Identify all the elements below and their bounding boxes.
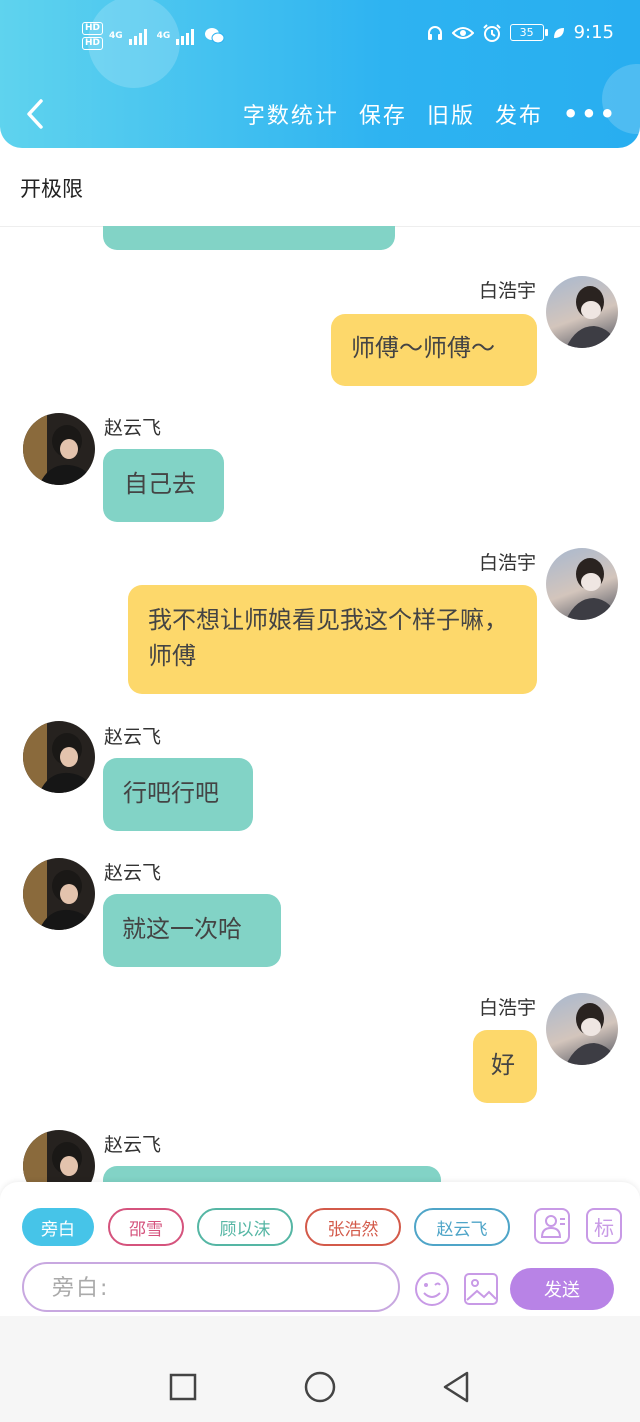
hd-badge: HD <box>82 22 104 35</box>
chat-list[interactable]: 白浩宇 师傅～师傅～ 赵云飞 自己去 白浩宇 我不想让师娘看见我这个样子嘛，师傅… <box>0 226 640 1182</box>
sender-name: 赵云飞 <box>104 1134 162 1156</box>
old-version-button[interactable]: 旧版 <box>427 98 475 130</box>
sender-name: 赵云飞 <box>104 417 162 439</box>
alarm-icon <box>482 23 501 42</box>
triangle-back-icon <box>443 1371 469 1403</box>
avatar-bai-haoyu[interactable] <box>546 276 618 348</box>
square-icon <box>169 1373 197 1401</box>
recent-apps-button[interactable] <box>168 1372 198 1402</box>
avatar-bai-haoyu[interactable] <box>546 548 618 620</box>
network-type: 4G <box>109 31 123 41</box>
message-bubble[interactable] <box>103 1166 441 1182</box>
role-chip-zhang-haoran[interactable]: 张浩然 <box>305 1208 401 1246</box>
sender-name: 白浩宇 <box>478 552 536 574</box>
user-photo-icon <box>23 721 93 793</box>
avatar-zhao-yunfei[interactable] <box>23 858 95 930</box>
avatar-zhao-yunfei[interactable] <box>23 413 95 485</box>
user-icon <box>540 1215 565 1238</box>
signal-indicators: HD HD 4G 4G <box>82 22 226 50</box>
emoji-button[interactable] <box>413 1270 451 1308</box>
role-chip-narration[interactable]: 旁白 <box>22 1208 94 1246</box>
avatar-zhao-yunfei[interactable] <box>23 721 95 793</box>
headphones-icon <box>427 25 442 40</box>
role-chip-gu-yimo[interactable]: 顾以沫 <box>197 1208 293 1246</box>
user-photo-icon <box>23 1130 82 1182</box>
user-photo-icon <box>23 858 93 930</box>
network-type: 4G <box>156 31 171 41</box>
hd-badge: HD <box>82 37 104 50</box>
message-input[interactable] <box>50 1264 394 1312</box>
message-bubble[interactable]: 师傅～师傅～ <box>331 314 537 386</box>
message-bubble[interactable]: 自己去 <box>103 449 224 522</box>
signal-icon <box>176 29 195 45</box>
word-count-button[interactable]: 字数统计 <box>243 98 339 130</box>
mark-label: 标 <box>594 1215 614 1240</box>
save-button[interactable]: 保存 <box>359 98 407 130</box>
nav-actions: 字数统计 保存 旧版 发布 ••• <box>243 98 618 130</box>
sender-name: 白浩宇 <box>478 280 536 302</box>
system-nav-bar <box>0 1316 640 1422</box>
smiley-icon <box>415 1272 449 1306</box>
battery-indicator: 35 <box>509 24 548 41</box>
image-icon <box>464 1273 498 1305</box>
user-photo-icon <box>23 413 93 485</box>
signal-icon <box>128 29 147 45</box>
sender-name: 白浩宇 <box>478 997 536 1019</box>
system-back-button[interactable] <box>440 1370 472 1404</box>
more-button[interactable]: ••• <box>563 100 618 128</box>
clock: 9:15 <box>573 22 614 43</box>
leaf-icon <box>553 27 564 38</box>
image-button[interactable] <box>462 1270 500 1308</box>
publish-button[interactable]: 发布 <box>495 98 543 130</box>
role-chip-shao-xue[interactable]: 邵雪 <box>108 1208 184 1246</box>
message-bubble[interactable]: 好 <box>473 1030 537 1103</box>
user-photo-icon <box>566 1003 618 1065</box>
message-bubble[interactable] <box>103 226 395 250</box>
story-title[interactable]: 开极限 <box>20 173 83 203</box>
role-chip-zhao-yunfei[interactable]: 赵云飞 <box>414 1208 510 1246</box>
user-photo-icon <box>566 558 618 620</box>
message-input-wrapper <box>22 1262 400 1312</box>
app-header: HD HD 4G 4G 35 9:15 字数统计 保存 旧版 发布 ••• <box>0 0 640 148</box>
circle-icon <box>304 1371 336 1403</box>
sender-name: 赵云飞 <box>104 726 162 748</box>
eye-icon <box>451 26 474 39</box>
story-title-bar: 开极限 <box>0 148 640 227</box>
home-button[interactable] <box>303 1370 337 1404</box>
avatar-zhao-yunfei[interactable] <box>23 1130 95 1182</box>
nav-bar: 字数统计 保存 旧版 发布 ••• <box>0 88 640 140</box>
chevron-left-icon <box>27 99 43 129</box>
wechat-icon <box>205 28 225 44</box>
user-photo-icon <box>566 286 618 348</box>
back-button[interactable] <box>18 94 52 134</box>
mark-button[interactable]: 标 <box>586 1208 622 1244</box>
composer-panel: 旁白 邵雪 顾以沫 张浩然 赵云飞 标 发送 <box>0 1182 640 1316</box>
message-bubble[interactable]: 就这一次哈 <box>103 894 281 967</box>
status-right: 35 9:15 <box>426 22 614 43</box>
avatar-bai-haoyu[interactable] <box>546 993 618 1065</box>
message-bubble[interactable]: 行吧行吧 <box>103 758 253 831</box>
send-button[interactable]: 发送 <box>510 1268 614 1310</box>
role-manager-button[interactable] <box>534 1208 570 1244</box>
sender-name: 赵云飞 <box>104 862 162 884</box>
message-bubble[interactable]: 我不想让师娘看见我这个样子嘛，师傅 <box>128 585 537 694</box>
status-bar: HD HD 4G 4G 35 9:15 <box>0 22 640 56</box>
